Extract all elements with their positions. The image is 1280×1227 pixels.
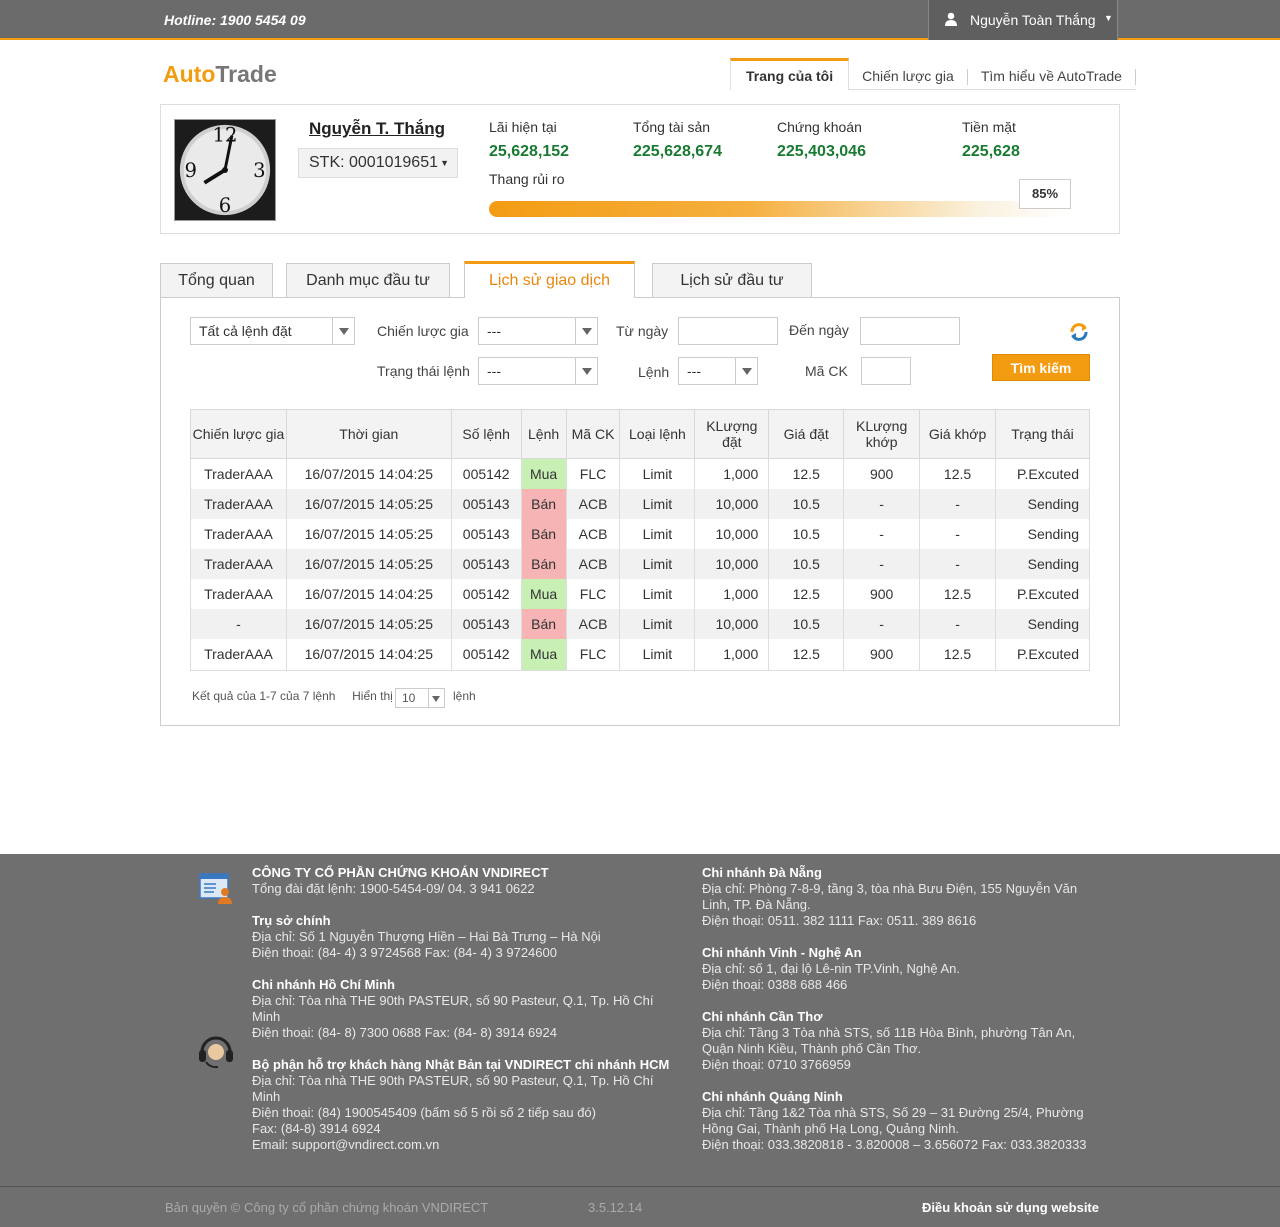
account-summary-panel: 12 9 3 6 Nguyễn T. Thắng STK: 0001019651… <box>160 104 1120 234</box>
svg-text:12: 12 <box>213 124 238 147</box>
symbol-label: Mã CK <box>805 363 848 379</box>
side-badge: Bán <box>520 488 567 519</box>
order-side-select[interactable]: --- <box>678 357 758 385</box>
chevron-down-icon <box>332 318 354 344</box>
nav-my-page[interactable]: Trang của tôi <box>730 58 850 90</box>
side-badge: Bán <box>520 548 567 579</box>
table-header-row: Chiến lược gia Thời gian Số lệnh Lệnh Mã… <box>190 409 1091 459</box>
table-row[interactable]: TraderAAA 16/07/2015 14:04:25 005142 Mua FLC… <box>190 578 1091 609</box>
from-date-input[interactable] <box>678 317 778 345</box>
col-order-qty[interactable]: KLượng đặt <box>694 409 770 459</box>
risk-scale-label: Thang rủi ro <box>489 171 565 187</box>
avatar: 12 9 3 6 <box>174 119 276 221</box>
symbol-input[interactable] <box>861 357 911 385</box>
side-badge: Bán <box>520 608 567 639</box>
top-bar: Hotline: 1900 5454 09 Nguyễn Toàn Thắng … <box>0 0 1280 40</box>
order-status-label: Trạng thái lệnh <box>377 363 470 379</box>
chevron-down-icon <box>428 689 444 707</box>
side-badge: Bán <box>520 518 567 549</box>
col-order-no[interactable]: Số lệnh <box>450 409 522 459</box>
headset-icon <box>199 1036 233 1069</box>
copyright-text: Bản quyền © Công ty cổ phần chứng khoán … <box>165 1200 489 1215</box>
chevron-down-icon <box>575 358 597 384</box>
svg-text:6: 6 <box>219 194 231 217</box>
col-order-type[interactable]: Loại lệnh <box>619 409 696 459</box>
stat-cash: Tiền mặt 225,628 <box>962 119 1020 160</box>
table-row[interactable]: -16/07/2015 14:05:25 005143 Bán ACB Limit 10,… <box>190 608 1091 639</box>
order-scope-select[interactable]: Tất cả lệnh đặt <box>190 317 355 345</box>
chevron-down-icon <box>575 318 597 344</box>
to-date-input[interactable] <box>860 317 960 345</box>
search-button[interactable]: Tìm kiếm <box>992 354 1090 381</box>
chevron-down-icon <box>735 358 757 384</box>
strategist-label: Chiến lược gia <box>377 323 469 339</box>
transaction-table: Chiến lược gia Thời gian Số lệnh Lệnh Mã… <box>190 409 1091 671</box>
pager-unit: lệnh <box>453 689 476 703</box>
main-nav: Trang của tôi Chiến lược gia Tìm hiểu về… <box>730 58 1136 90</box>
account-select[interactable]: STK: 0001019651 ▼ <box>298 148 458 178</box>
user-icon <box>945 12 957 26</box>
col-strategist[interactable]: Chiến lược gia <box>190 409 287 459</box>
table-row[interactable]: TraderAAA 16/07/2015 14:04:25 005142 Mua FLC… <box>190 638 1091 671</box>
footer-right-column: Chi nhánh Đà Nẵng Địa chỉ: Phòng 7-8-9, t… <box>702 865 1087 1152</box>
col-side[interactable]: Lệnh <box>520 409 567 459</box>
side-badge: Mua <box>520 578 567 609</box>
svg-text:9: 9 <box>184 159 196 182</box>
hotline-text: Hotline: 1900 5454 09 <box>164 12 306 28</box>
from-date-label: Từ ngày <box>616 323 669 339</box>
refresh-icon[interactable] <box>1069 322 1089 342</box>
table-row[interactable]: TraderAAA 16/07/2015 14:05:25 005143 Bán ACB… <box>190 518 1091 549</box>
autotrade-logo[interactable]: AutoTrade <box>163 61 277 88</box>
stat-securities: Chứng khoán 225,403,046 <box>777 119 866 160</box>
stat-current-profit: Lãi hiện tại 25,628,152 <box>489 119 570 160</box>
profile-name[interactable]: Nguyễn T. Thắng <box>309 119 445 139</box>
nav-strategists[interactable]: Chiến lược gia <box>849 58 967 89</box>
tab-investment-history[interactable]: Lịch sử đầu tư <box>652 263 812 298</box>
caret-down-icon: ▼ <box>440 158 449 168</box>
pager-summary: Kết quả của 1-7 của 7 lệnh Hiển thị <box>192 689 393 703</box>
order-side-label: Lệnh <box>638 364 670 380</box>
side-badge: Mua <box>520 638 567 671</box>
tab-transaction-history[interactable]: Lịch sử giao dịch <box>464 261 635 298</box>
order-status-select[interactable]: --- <box>478 357 598 385</box>
terms-link[interactable]: Điều khoản sử dụng website <box>922 1200 1099 1215</box>
col-matched-price[interactable]: Giá khớp <box>919 409 996 459</box>
table-row[interactable]: TraderAAA 16/07/2015 14:04:25 005142 Mua FLC… <box>190 458 1091 489</box>
col-status[interactable]: Trạng thái <box>994 409 1091 459</box>
risk-percent-badge: 85% <box>1019 179 1071 209</box>
user-name: Nguyễn Toàn Thắng <box>970 12 1096 28</box>
contact-card-icon <box>199 873 232 904</box>
nav-about-autotrade[interactable]: Tìm hiểu về AutoTrade <box>968 58 1135 89</box>
nav-divider <box>1134 69 1136 85</box>
user-menu[interactable]: Nguyễn Toàn Thắng ▼ <box>928 0 1118 40</box>
risk-scale-bar <box>489 201 1069 217</box>
col-time[interactable]: Thời gian <box>285 409 452 459</box>
svg-text:3: 3 <box>253 159 265 182</box>
tab-overview[interactable]: Tổng quan <box>160 263 273 298</box>
strategist-select[interactable]: --- <box>478 317 598 345</box>
col-symbol[interactable]: Mã CK <box>565 409 621 459</box>
caret-down-icon: ▼ <box>1104 13 1113 23</box>
tab-portfolio[interactable]: Danh mục đầu tư <box>286 263 450 298</box>
stat-total-assets: Tổng tài sản 225,628,674 <box>633 119 722 160</box>
footer-left-column: CÔNG TY CỔ PHẦN CHỨNG KHOÁN VNDIRECT Tổng… <box>252 865 672 1169</box>
col-matched-qty[interactable]: KLượng khớp <box>843 409 921 459</box>
support-email-link[interactable]: Email: support@vndirect.com.vn <box>252 1137 672 1153</box>
col-order-price[interactable]: Giá đặt <box>768 409 845 459</box>
to-date-label: Đến ngày <box>789 322 849 338</box>
footer: CÔNG TY CỔ PHẦN CHỨNG KHOÁN VNDIRECT Tổng… <box>0 854 1280 1227</box>
table-row[interactable]: TraderAAA 16/07/2015 14:05:25 005143 Bán ACB… <box>190 548 1091 579</box>
table-row[interactable]: TraderAAA 16/07/2015 14:05:25 005143 Bán ACB… <box>190 488 1091 519</box>
side-badge: Mua <box>520 458 567 489</box>
version-text: 3.5.12.14 <box>588 1200 643 1215</box>
page-size-select[interactable]: 10 <box>395 688 445 708</box>
